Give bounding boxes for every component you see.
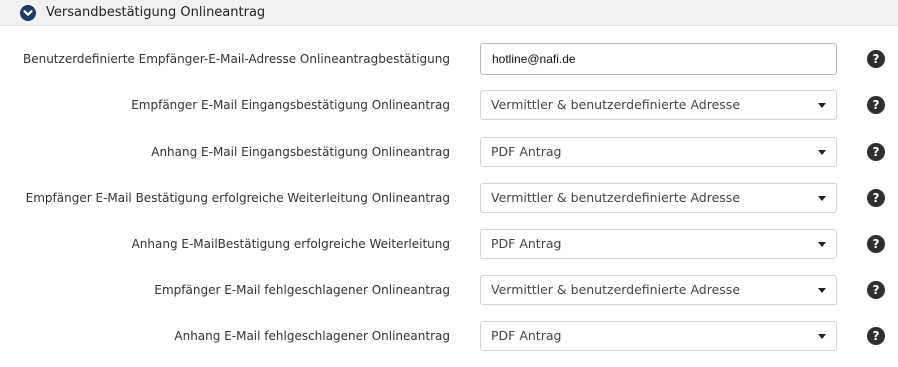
dropdown-arrow-icon <box>818 196 826 201</box>
section-title: Versandbestätigung Onlineantrag <box>46 5 266 20</box>
select-value: PDF Antrag <box>491 236 562 251</box>
attachment-forwarding-select[interactable]: PDF Antrag <box>480 229 837 259</box>
form-row-attachment-failed: Anhang E-Mail fehlgeschlagener Onlineant… <box>0 320 898 352</box>
dropdown-arrow-icon <box>818 334 826 339</box>
recipient-forwarding-select[interactable]: Vermittler & benutzerdefinierte Adresse <box>480 183 837 213</box>
help-icon[interactable]: ? <box>867 281 885 299</box>
dropdown-arrow-icon <box>818 103 826 108</box>
select-value: PDF Antrag <box>491 144 562 159</box>
form-row-recipient-failed: Empfänger E-Mail fehlgeschlagener Online… <box>0 274 898 306</box>
custom-recipient-email-input[interactable] <box>480 43 837 75</box>
form-row-recipient-receipt: Empfänger E-Mail Eingangsbestätigung Onl… <box>0 89 898 121</box>
field-label: Empfänger E-Mail Eingangsbestätigung Onl… <box>131 98 450 112</box>
field-label: Benutzerdefinierte Empfänger-E-Mail-Adre… <box>22 52 450 66</box>
help-icon[interactable]: ? <box>867 235 885 253</box>
chevron-down-icon[interactable] <box>20 5 36 21</box>
form-row-attachment-receipt: Anhang E-Mail Eingangsbestätigung Online… <box>0 136 898 168</box>
settings-panel: Versandbestätigung Onlineantrag Benutzer… <box>0 0 898 367</box>
select-value: Vermittler & benutzerdefinierte Adresse <box>491 97 741 112</box>
attachment-failed-select[interactable]: PDF Antrag <box>480 321 837 351</box>
help-icon[interactable]: ? <box>867 50 885 68</box>
field-label: Empfänger E-Mail fehlgeschlagener Online… <box>154 283 450 297</box>
help-icon[interactable]: ? <box>867 96 885 114</box>
help-icon[interactable]: ? <box>867 327 885 345</box>
section-header[interactable]: Versandbestätigung Onlineantrag <box>0 0 898 26</box>
field-label: Empfänger E-Mail Bestätigung erfolgreich… <box>25 191 450 205</box>
field-label: Anhang E-Mail fehlgeschlagener Onlineant… <box>174 329 450 343</box>
field-label: Anhang E-MailBestätigung erfolgreiche We… <box>131 237 450 251</box>
select-value: PDF Antrag <box>491 328 562 343</box>
attachment-receipt-select[interactable]: PDF Antrag <box>480 137 837 167</box>
form-row-custom-recipient: Benutzerdefinierte Empfänger-E-Mail-Adre… <box>0 43 898 75</box>
help-icon[interactable]: ? <box>867 189 885 207</box>
form-row-recipient-forwarding: Empfänger E-Mail Bestätigung erfolgreich… <box>0 182 898 214</box>
recipient-receipt-select[interactable]: Vermittler & benutzerdefinierte Adresse <box>480 90 837 120</box>
form-row-attachment-forwarding: Anhang E-MailBestätigung erfolgreiche We… <box>0 228 898 260</box>
field-label: Anhang E-Mail Eingangsbestätigung Online… <box>151 145 450 159</box>
select-value: Vermittler & benutzerdefinierte Adresse <box>491 282 741 297</box>
dropdown-arrow-icon <box>818 288 826 293</box>
help-icon[interactable]: ? <box>867 143 885 161</box>
dropdown-arrow-icon <box>818 242 826 247</box>
recipient-failed-select[interactable]: Vermittler & benutzerdefinierte Adresse <box>480 275 837 305</box>
select-value: Vermittler & benutzerdefinierte Adresse <box>491 190 741 205</box>
dropdown-arrow-icon <box>818 150 826 155</box>
